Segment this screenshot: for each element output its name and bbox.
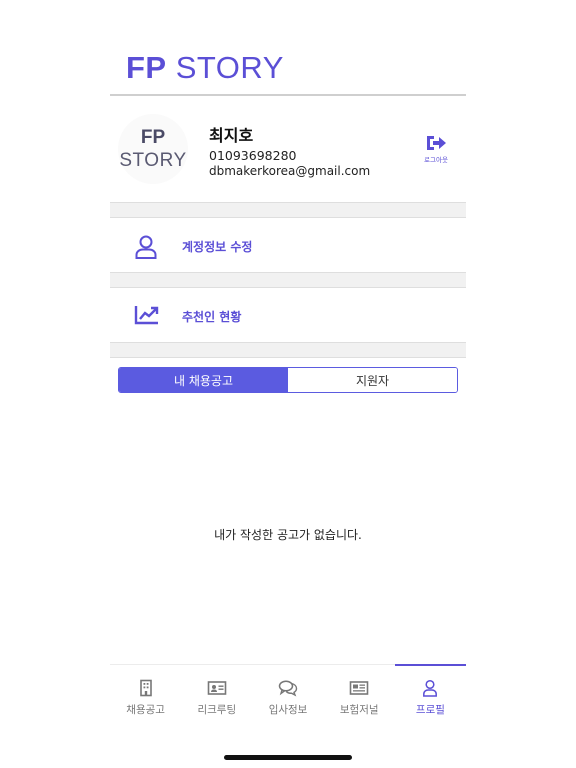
header: FP STORY	[110, 0, 466, 96]
home-indicator	[224, 755, 352, 760]
avatar-text-line2: STORY	[119, 150, 187, 171]
person-icon	[423, 679, 438, 697]
section-separator	[110, 342, 466, 358]
profile-email: dbmakerkorea@gmail.com	[209, 164, 371, 178]
nav-label: 입사정보	[268, 704, 308, 716]
id-card-icon	[207, 681, 227, 695]
nav-label: 채용공고	[126, 704, 165, 716]
menu-item-label: 계정정보 수정	[182, 240, 253, 254]
logout-button[interactable]: 로그아웃	[416, 134, 456, 164]
trend-chart-icon	[134, 306, 159, 325]
nav-item-job-postings[interactable]: 채용공고	[110, 665, 181, 725]
nav-label: 리크루팅	[197, 704, 237, 716]
logo-bold-text: FP	[126, 50, 167, 85]
logout-label: 로그아웃	[424, 156, 448, 164]
avatar: FP STORY	[118, 114, 188, 184]
menu-item-referral-status[interactable]: 추천인 현황	[110, 290, 466, 342]
building-icon	[139, 679, 152, 697]
app-logo: FP STORY	[126, 50, 284, 86]
section-separator	[110, 202, 466, 218]
chat-bubbles-icon	[278, 680, 298, 697]
profile-name: 최지호	[209, 126, 254, 145]
logout-icon	[427, 136, 446, 150]
profile-card: FP STORY 최지호 01093698280 dbmakerkorea@gm…	[110, 96, 466, 202]
tab-applicants[interactable]: 지원자	[288, 368, 457, 392]
job-tabs: 내 채용공고 지원자	[118, 367, 458, 393]
profile-phone: 01093698280	[209, 148, 297, 163]
avatar-text-line1: FP	[140, 127, 166, 148]
newspaper-icon	[349, 681, 369, 695]
nav-item-hiring-info[interactable]: 입사정보	[252, 665, 323, 725]
bottom-navigation: 채용공고 리크루팅 입사정보 보험저널 프로필	[110, 664, 467, 725]
logo-thin-text: STORY	[175, 50, 284, 85]
nav-item-recruiting[interactable]: 리크루팅	[181, 665, 252, 725]
menu-item-label: 추천인 현황	[182, 310, 242, 324]
section-separator	[110, 272, 466, 288]
empty-state-message: 내가 작성한 공고가 없습니다.	[214, 528, 362, 542]
tab-my-job-postings[interactable]: 내 채용공고	[119, 368, 288, 392]
app-container: FP STORY FP STORY 최지호 01093698280 dbmake…	[110, 0, 467, 768]
user-icon	[135, 235, 157, 259]
menu-item-account-edit[interactable]: 계정정보 수정	[110, 220, 466, 272]
nav-label: 보험저널	[339, 704, 379, 716]
nav-label: 프로필	[415, 704, 445, 716]
nav-item-insurance-journal[interactable]: 보험저널	[324, 665, 395, 725]
nav-item-profile[interactable]: 프로필	[394, 664, 467, 725]
